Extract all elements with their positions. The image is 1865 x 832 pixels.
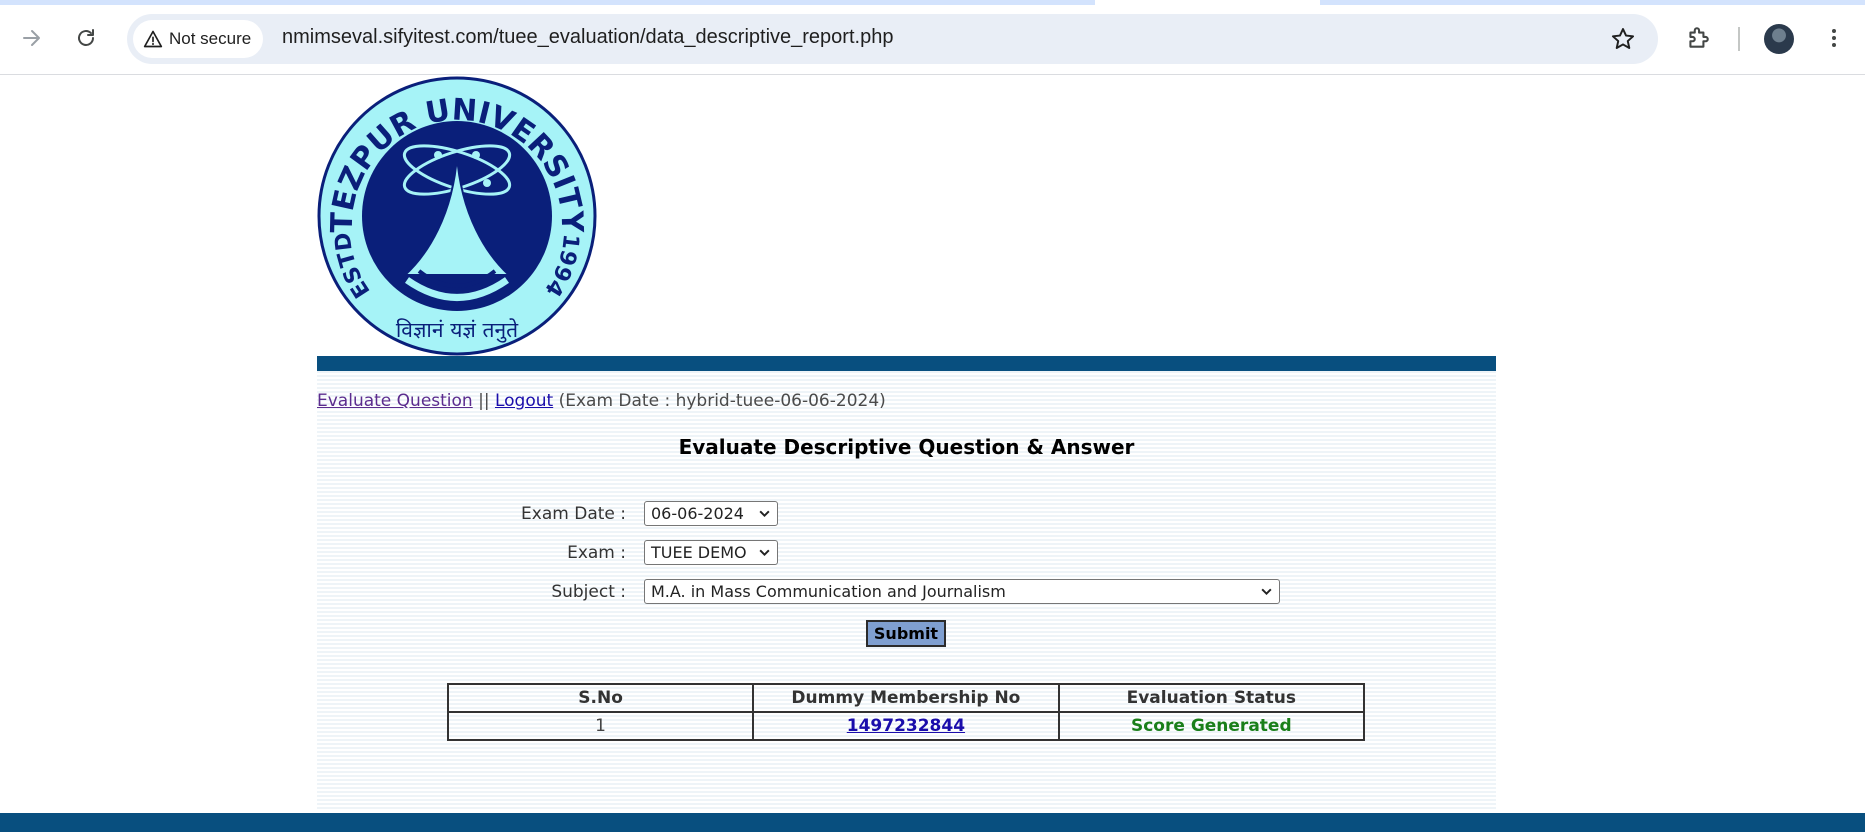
subject-label: Subject : [551,582,626,602]
exam-row: Exam : TUEE DEMO [317,540,1496,566]
main-content: Evaluate Question || Logout (Exam Date :… [317,371,1496,811]
table-header-row: S.No Dummy Membership No Evaluation Stat… [446,683,1366,713]
evaluate-question-link[interactable]: Evaluate Question [317,391,473,411]
results-table: S.No Dummy Membership No Evaluation Stat… [446,683,1366,741]
chevron-down-icon [1261,588,1272,596]
exam-label: Exam : [567,543,626,563]
address-bar[interactable]: Not secure nmimseval.sifyitest.com/tuee_… [127,14,1658,64]
star-icon[interactable] [1610,26,1636,52]
extensions-button[interactable] [1680,20,1716,56]
page-title: Evaluate Descriptive Question & Answer [678,435,1135,459]
nav-separator: || [478,391,490,411]
toolbar-divider [1738,27,1740,51]
forward-icon [23,30,40,46]
url-text[interactable]: nmimseval.sifyitest.com/tuee_evaluation/… [282,26,893,49]
profile-avatar[interactable] [1764,24,1794,54]
university-logo: TEZPUR UNIVERSITY ESTD 1994 विज्ञानं यज्… [317,76,597,356]
exam-date-value: 06-06-2024 [651,504,744,523]
logo-motto: विज्ञानं यज्ञं तनुते [396,318,519,343]
table-row: 1 1497232844 Score Generated [446,711,1366,741]
cell-sno: 1 [446,711,755,741]
web-page: TEZPUR UNIVERSITY ESTD 1994 विज्ञानं यज्… [0,75,1865,832]
chevron-down-icon [759,549,770,557]
exam-date-select[interactable]: 06-06-2024 [644,501,778,526]
cell-evaluation-status: Score Generated [1057,711,1366,741]
security-label: Not secure [169,29,252,48]
exam-select[interactable]: TUEE DEMO [644,540,778,565]
security-chip[interactable]: Not secure [133,20,264,58]
column-header-status: Evaluation Status [1057,683,1366,713]
more-menu-icon [1832,29,1836,47]
forward-button[interactable] [14,20,50,56]
nav-links: Evaluate Question || Logout (Exam Date :… [317,391,886,411]
more-menu-button[interactable] [1816,20,1852,56]
tab-strip [0,0,1865,5]
subject-value: M.A. in Mass Communication and Journalis… [651,582,1006,601]
chevron-down-icon [759,510,770,518]
reload-button[interactable] [68,20,104,56]
extensions-icon [1689,27,1709,48]
cell-membership-no: 1497232844 [752,711,1060,741]
exam-date-label: Exam Date : [521,504,626,524]
exam-date-info: (Exam Date : hybrid-tuee-06-06-2024) [558,391,886,411]
footer-bar [0,813,1865,832]
subject-row: Subject : M.A. in Mass Communication and… [317,579,1496,605]
submit-button[interactable]: Submit [866,620,946,647]
page-container: TEZPUR UNIVERSITY ESTD 1994 विज्ञानं यज्… [317,75,1496,832]
subject-select[interactable]: M.A. in Mass Communication and Journalis… [644,579,1280,604]
column-header-sno: S.No [446,683,755,713]
warning-icon [143,30,163,48]
column-header-membership: Dummy Membership No [752,683,1060,713]
header-bar [317,356,1496,371]
reload-icon [78,29,94,46]
membership-no-link[interactable]: 1497232844 [847,716,965,736]
exam-value: TUEE DEMO [651,543,747,562]
exam-date-row: Exam Date : 06-06-2024 [317,501,1496,527]
browser-toolbar: Not secure nmimseval.sifyitest.com/tuee_… [0,0,1865,75]
logout-link[interactable]: Logout [495,391,553,411]
